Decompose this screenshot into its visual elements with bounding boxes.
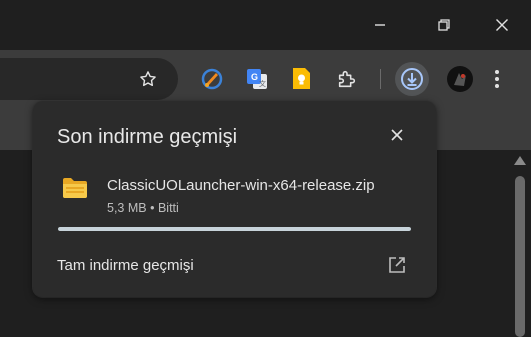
svg-text:文: 文 <box>259 79 266 88</box>
restore-icon <box>438 19 450 31</box>
downloads-icon <box>401 68 423 90</box>
extensions-button[interactable] <box>330 62 364 96</box>
google-translate-icon: G 文 <box>247 69 267 89</box>
download-file-name[interactable]: ClassicUOLauncher-win-x64-release.zip <box>107 177 375 194</box>
profile-avatar <box>447 66 473 92</box>
downloads-button[interactable] <box>395 62 429 96</box>
close-icon <box>391 129 403 141</box>
zip-folder-icon <box>63 178 87 198</box>
profile-button[interactable] <box>443 62 477 96</box>
close-icon <box>496 19 508 31</box>
download-file-size: 5,3 MB <box>107 201 147 215</box>
downloads-bubble: Son indirme geçmişi ClassicUOLauncher-wi… <box>33 101 436 297</box>
bookmark-button[interactable] <box>131 62 165 96</box>
meta-separator: • <box>150 201 158 215</box>
toolbar-divider <box>380 69 381 89</box>
download-status: Bitti <box>157 201 179 215</box>
downloads-bubble-close-button[interactable] <box>383 121 411 149</box>
translate-extension-button[interactable]: G 文 <box>240 62 274 96</box>
menu-button[interactable] <box>480 62 514 96</box>
keep-extension-button[interactable] <box>284 62 318 96</box>
google-keep-icon <box>293 68 310 89</box>
more-vert-icon <box>495 70 499 88</box>
extensions-puzzle-icon <box>338 70 356 88</box>
title-bar <box>0 0 531 50</box>
open-in-new-icon <box>389 257 405 273</box>
minimize-button[interactable] <box>357 8 403 42</box>
minimize-icon <box>375 24 385 26</box>
bookmark-star-icon <box>140 71 156 87</box>
window-close-button[interactable] <box>479 8 525 42</box>
extension-orange-brush-icon <box>201 68 223 90</box>
open-history-button[interactable] <box>385 253 409 277</box>
download-file-meta: 5,3 MB • Bitti <box>107 201 179 215</box>
download-progress-bar <box>58 227 411 231</box>
full-download-history-link[interactable]: Tam indirme geçmişi <box>57 257 194 274</box>
svg-text:G: G <box>251 72 258 82</box>
extension-1-button[interactable] <box>195 62 229 96</box>
scroll-up-arrow-icon[interactable] <box>514 156 526 165</box>
scrollbar-thumb[interactable] <box>515 176 525 337</box>
download-progress-fill <box>58 227 411 231</box>
downloads-bubble-title: Son indirme geçmişi <box>57 126 238 148</box>
restore-button[interactable] <box>421 8 467 42</box>
browser-toolbar: G 文 <box>0 50 531 108</box>
